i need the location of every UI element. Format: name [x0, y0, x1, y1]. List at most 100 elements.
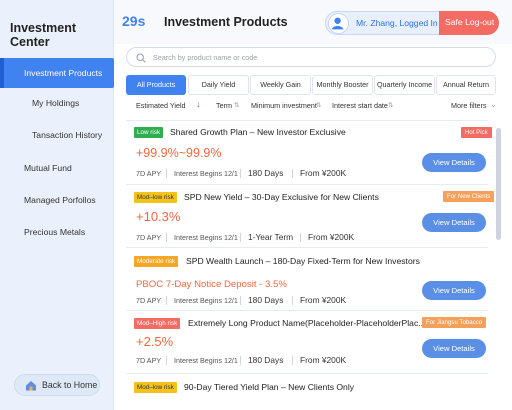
- product-minimum: From ¥200K: [300, 168, 347, 178]
- divider: [292, 169, 293, 178]
- product-list: Low risk Shared Growth Plan – New Invest…: [126, 120, 496, 410]
- product-rate: +99.9%~99.9%: [136, 146, 222, 160]
- sidebar-item-label: Precious Metals: [24, 227, 86, 237]
- sort-bar: Estimated Yield ↓ Term ⇅ Minimum investm…: [126, 99, 497, 114]
- product-term: 180 Days: [248, 355, 284, 365]
- product-term: 1-Year Term: [248, 232, 294, 242]
- product-card: Mod–low risk 90-Day Tiered Yield Plan – …: [126, 373, 488, 410]
- chevron-down-icon: ⌄: [490, 100, 497, 109]
- view-details-button[interactable]: View Details: [422, 153, 486, 172]
- home-icon: [26, 381, 36, 391]
- interest-start: Interest Begins 12/1: [174, 356, 238, 365]
- product-rate: +2.5%: [136, 334, 174, 349]
- product-rate: +10.3%: [136, 209, 181, 224]
- sort-toggle-icon: ⇅: [388, 102, 394, 109]
- product-name[interactable]: Extremely Long Product Name(Placeholder-…: [188, 318, 425, 328]
- product-tag: For New Clients: [443, 191, 495, 202]
- tab-quarterly-income[interactable]: Quarterly Income: [374, 75, 435, 95]
- sort-toggle-icon: ⇅: [316, 102, 322, 109]
- main-content: All Products Daily Yield Weekly Gain Mon…: [114, 44, 512, 410]
- divider: [166, 233, 167, 242]
- search-input[interactable]: [153, 51, 483, 64]
- search-box[interactable]: [126, 47, 496, 67]
- sidebar-item-label: Managed Porfollos: [24, 195, 96, 205]
- sidebar-item-managed-portfolios[interactable]: Managed Porfollos: [0, 195, 114, 209]
- scrollbar-thumb[interactable]: [496, 128, 501, 240]
- scrollbar[interactable]: [496, 120, 502, 410]
- interest-start: Interest Begins 12/1: [174, 296, 238, 305]
- sort-minimum-investment[interactable]: Minimum investment: [251, 101, 317, 110]
- product-card: Moderate risk SPD Wealth Launch – 180-Da…: [126, 247, 488, 309]
- logout-button[interactable]: Safe Log-out: [439, 11, 499, 35]
- divider: [240, 356, 241, 365]
- divider: [166, 356, 167, 365]
- product-name[interactable]: 90-Day Tiered Yield Plan – New Clients O…: [184, 382, 354, 392]
- view-details-button[interactable]: View Details: [422, 213, 486, 232]
- view-details-button[interactable]: View Details: [422, 281, 486, 300]
- back-home-button[interactable]: Back to Home: [14, 374, 100, 396]
- divider: [166, 169, 167, 178]
- divider: [240, 296, 241, 305]
- tab-daily-yield[interactable]: Daily Yield: [188, 75, 249, 95]
- tab-monthly-booster[interactable]: Monthly Booster: [312, 75, 373, 95]
- user-badge[interactable]: Mr. Zhang, Logged In: [325, 11, 455, 35]
- apy-label: 7D APY: [136, 169, 162, 178]
- product-rate: PBOC 7-Day Notice Deposit - 3.5%: [136, 279, 287, 290]
- product-tabs: All Products Daily Yield Weekly Gain Mon…: [126, 75, 496, 95]
- avatar: [328, 13, 349, 34]
- divider: [166, 296, 167, 305]
- risk-badge: Mod–low risk: [134, 382, 177, 393]
- divider: [292, 296, 293, 305]
- risk-badge: Mod–low risk: [134, 192, 177, 203]
- product-tag: Hot Pick: [461, 127, 492, 138]
- risk-badge: Mod–High risk: [134, 318, 181, 329]
- divider: [240, 169, 241, 178]
- tab-weekly-gain[interactable]: Weekly Gain: [250, 75, 311, 95]
- sidebar-item-label: Tansaction History: [32, 130, 103, 140]
- product-term: 180 Days: [248, 168, 284, 178]
- sidebar-title: Investment Center: [10, 21, 76, 49]
- page-title: Investment Products: [164, 15, 288, 29]
- app-window: Investment Center Investment Products My…: [0, 0, 512, 410]
- product-card: Mod–low risk SPD New Yield – 30-Day Excl…: [126, 184, 495, 246]
- tab-all-products[interactable]: All Products: [126, 75, 186, 95]
- back-home-label: Back to Home: [42, 380, 98, 390]
- more-filters-button[interactable]: More filters: [451, 101, 487, 110]
- divider: [300, 233, 301, 242]
- search-icon: [136, 53, 146, 63]
- divider: [240, 233, 241, 242]
- sort-term[interactable]: Term: [216, 101, 232, 110]
- countdown-timer: 29s: [122, 13, 146, 29]
- interest-start: Interest Begins 12/1: [174, 169, 238, 178]
- product-name[interactable]: Shared Growth Plan – New Investor Exclus…: [170, 127, 346, 137]
- product-minimum: From ¥200K: [308, 232, 355, 242]
- product-name[interactable]: SPD Wealth Launch – 180-Day Fixed-Term f…: [186, 256, 420, 266]
- tab-annual-return[interactable]: Annual Return: [436, 75, 496, 95]
- sidebar-item-mutual-fund[interactable]: Mutual Fund: [0, 163, 114, 177]
- sort-estimated-yield[interactable]: Estimated Yield: [136, 101, 186, 110]
- risk-badge: Moderate risk: [134, 256, 179, 267]
- sidebar-item-label: Mutual Fund: [24, 163, 72, 173]
- product-card: Low risk Shared Growth Plan – New Invest…: [126, 120, 492, 183]
- apy-label: 7D APY: [136, 296, 162, 305]
- sidebar-item-label: My Holdings: [32, 98, 80, 108]
- view-details-button[interactable]: View Details: [422, 339, 486, 358]
- sidebar-item-investment-products[interactable]: Investment Products: [0, 58, 114, 88]
- sidebar-item-my-holdings[interactable]: My Holdings: [0, 98, 114, 112]
- user-name: Mr. Zhang, Logged In: [356, 18, 438, 28]
- sidebar-item-transaction-history[interactable]: Tansaction History: [0, 130, 114, 144]
- sidebar-item-label: Investment Products: [24, 68, 103, 78]
- sort-down-arrow-icon: ↓: [196, 99, 201, 109]
- sidebar-item-precious-metals[interactable]: Precious Metals: [0, 227, 114, 241]
- apy-label: 7D APY: [136, 233, 162, 242]
- product-tag: For Jiangsu Tobacco: [422, 317, 487, 328]
- sidebar-active-indicator: [0, 58, 4, 88]
- product-minimum: From ¥200K: [300, 295, 347, 305]
- user-avatar-icon: [331, 17, 344, 30]
- product-minimum: From ¥200K: [300, 355, 347, 365]
- sort-interest-start-date[interactable]: Interest start date: [332, 101, 388, 110]
- product-term: 180 Days: [248, 295, 284, 305]
- logout-label: Safe Log-out: [445, 17, 495, 27]
- sort-toggle-icon: ⇅: [234, 102, 240, 109]
- product-name[interactable]: SPD New Yield – 30-Day Exclusive for New…: [184, 192, 379, 202]
